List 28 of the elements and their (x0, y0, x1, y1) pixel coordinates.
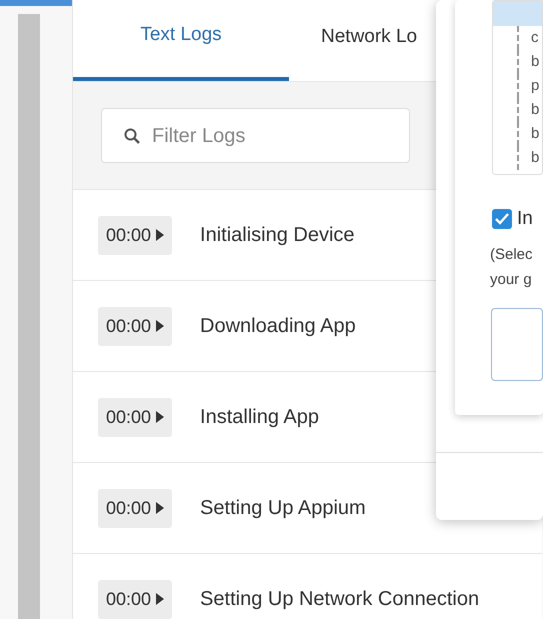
play-icon (156, 411, 164, 423)
log-line: p (517, 74, 539, 98)
log-line: b (517, 122, 539, 146)
log-line: b (517, 50, 539, 74)
timestamp-chip[interactable]: 00:00 (98, 398, 172, 436)
play-icon (156, 320, 164, 332)
timestamp-chip[interactable]: 00:00 (98, 306, 172, 346)
checkbox-label: In (517, 207, 533, 231)
log-line: b (517, 146, 539, 170)
search-icon (124, 128, 140, 144)
log-message: Downloading App (200, 314, 356, 339)
play-icon (156, 502, 164, 514)
timestamp-chip[interactable]: 00:00 (98, 580, 172, 618)
log-line: b (517, 98, 539, 122)
log-message: Initialising Device (200, 223, 355, 248)
outlined-button[interactable] (491, 308, 543, 381)
log-row[interactable]: 00:00 Setting Up Network Connection (73, 554, 542, 619)
timestamp-chip[interactable]: 00:00 (98, 488, 172, 528)
checkbox[interactable] (492, 209, 512, 230)
log-line: c (517, 26, 539, 50)
log-message: Installing App (200, 405, 320, 430)
timestamp-chip[interactable]: 00:00 (98, 216, 172, 254)
log-message: Setting Up Appium (200, 496, 366, 521)
play-icon (156, 229, 164, 241)
log-box-header (493, 1, 542, 26)
filter-field[interactable]: Filter Logs (101, 108, 410, 163)
log-message: Setting Up Network Connection (200, 587, 480, 612)
play-icon (156, 593, 164, 605)
